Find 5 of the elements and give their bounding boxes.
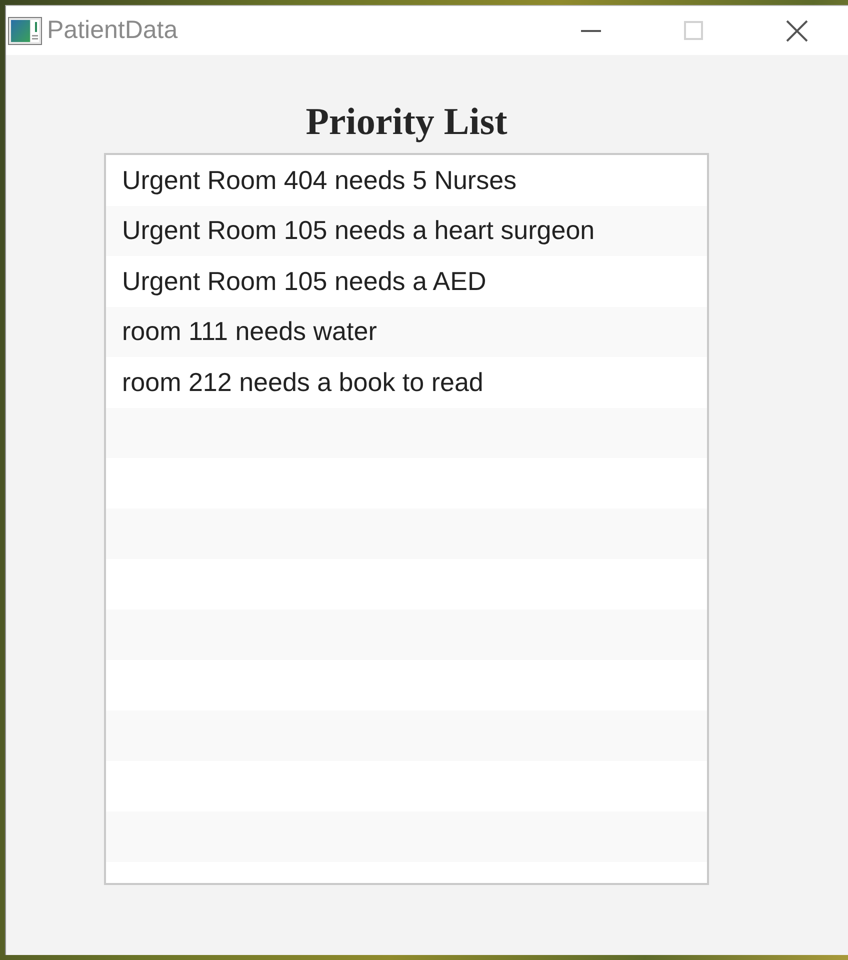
window-title: PatientData: [47, 16, 179, 45]
close-icon: [786, 20, 808, 42]
minimize-icon: [580, 30, 600, 32]
maximize-icon: [684, 21, 703, 40]
list-heading: Priority List: [306, 100, 508, 144]
